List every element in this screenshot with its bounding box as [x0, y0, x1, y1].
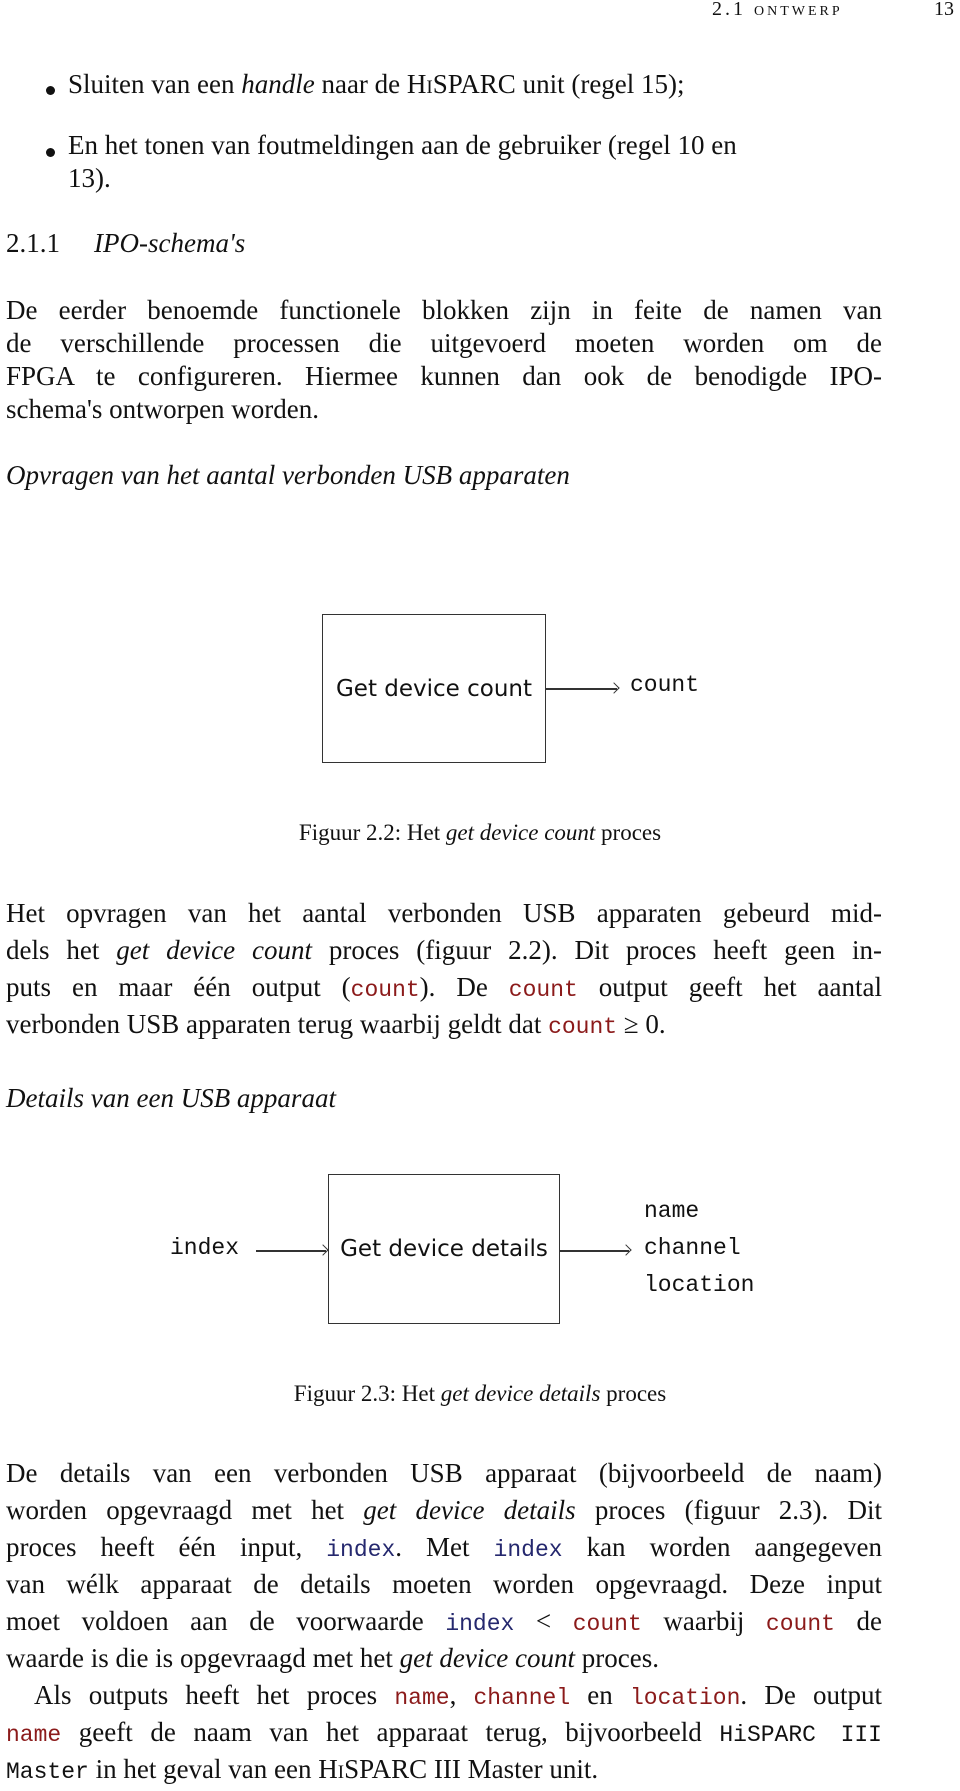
code-count: count — [350, 977, 420, 1003]
code-device-name: HiSPARC III — [719, 1722, 882, 1748]
arrow-right-icon — [256, 1250, 326, 1252]
arrow-right-icon — [559, 1250, 629, 1252]
page-number: 13 — [934, 0, 954, 20]
figure1-caption: Figuur 2.2: Het get device count proces — [298, 820, 662, 845]
figure2-caption: Figuur 2.3: Het get device details proce… — [293, 1381, 667, 1406]
output-label: location — [644, 1272, 755, 1298]
output-label: channel — [644, 1235, 741, 1261]
code-count: count — [572, 1611, 642, 1637]
output-label: name — [644, 1198, 700, 1224]
bullet-dot-icon — [46, 148, 55, 157]
subsection-number: 2.1.1 — [6, 228, 60, 258]
process-box: Get device details — [328, 1174, 560, 1324]
output-label: count — [630, 672, 700, 698]
bullet-item-continued: 13). — [68, 163, 111, 193]
process-label: Get device details — [340, 1236, 548, 1262]
code-index: index — [326, 1537, 396, 1563]
subsection-heading: 2.1.1 IPO-schema's — [6, 228, 245, 259]
bullet-item: En het tonen van foutmeldingen aan de ge… — [68, 130, 737, 160]
code-count: count — [548, 1014, 618, 1040]
code-channel: channel — [473, 1685, 571, 1711]
arrow-right-icon — [545, 688, 617, 690]
running-header: 2.1 ontwerp 13 — [0, 0, 960, 28]
bullet-item: Sluiten van een handle naar de HiSPARC u… — [68, 69, 685, 99]
code-name: name — [394, 1685, 450, 1711]
code-index: index — [493, 1537, 563, 1563]
figure1-heading: Opvragen van het aantal verbonden USB ap… — [6, 460, 570, 490]
subsection-title: IPO-schema's — [94, 228, 246, 258]
code-name: name — [6, 1722, 62, 1748]
process-label: Get device count — [335, 675, 533, 702]
code-device-name: Master — [6, 1759, 89, 1785]
code-location: location — [629, 1685, 741, 1711]
header-section-title: 2.1 ontwerp — [712, 0, 843, 20]
code-count: count — [765, 1611, 835, 1637]
code-index: index — [445, 1611, 515, 1637]
bullet-dot-icon — [46, 86, 55, 95]
process-box: Get device count — [322, 614, 546, 763]
figure2-heading: Details van een USB apparaat — [6, 1083, 336, 1113]
code-count: count — [508, 977, 578, 1003]
input-label: index — [170, 1235, 240, 1261]
